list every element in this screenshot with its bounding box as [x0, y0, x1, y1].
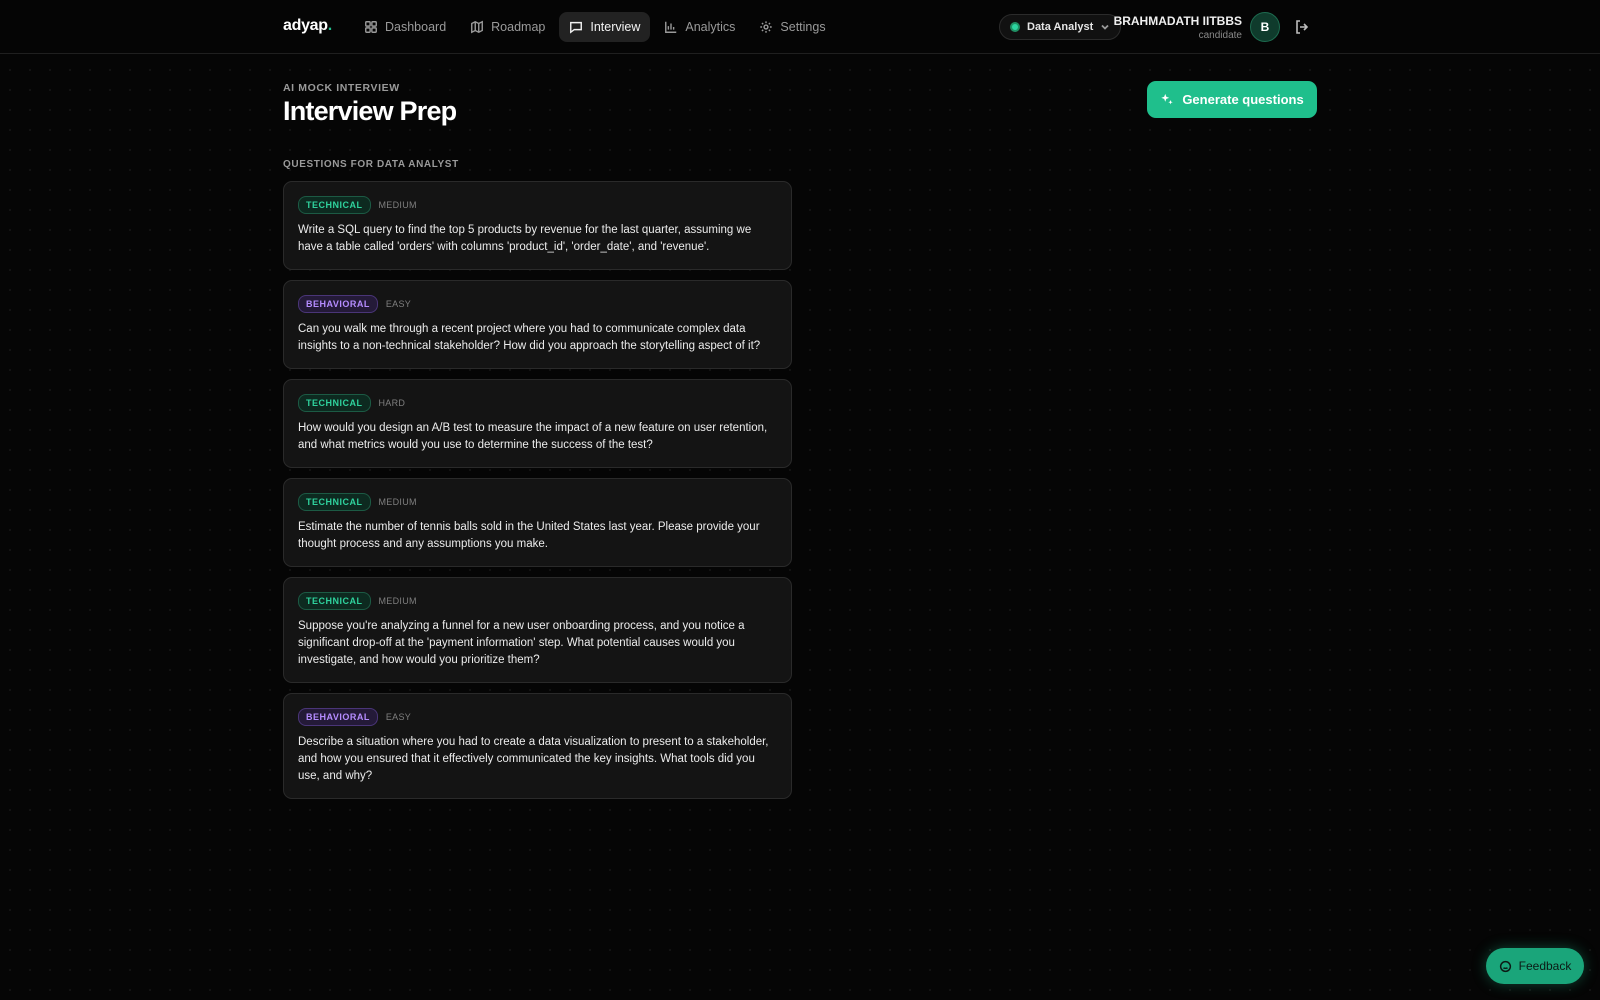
question-text: Estimate the number of tennis balls sold… [298, 521, 760, 550]
question-list: TECHNICAL MEDIUM Write a SQL query to fi… [283, 181, 792, 809]
logout-button[interactable] [1294, 19, 1310, 35]
logo-dot: . [327, 17, 332, 34]
nav-item-label: Roadmap [491, 20, 546, 34]
question-difficulty: MEDIUM [378, 199, 417, 210]
question-card[interactable]: TECHNICAL HARD How would you design an A… [283, 379, 792, 468]
dashboard-icon [365, 21, 377, 33]
role-status-dot [1010, 22, 1020, 32]
page-eyebrow: AI MOCK INTERVIEW [283, 82, 400, 94]
question-meta: BEHAVIORAL EASY [298, 294, 777, 313]
main-nav: Dashboard Roadmap Interview Analytics Se… [354, 12, 836, 42]
nav-item-label: Analytics [685, 20, 736, 34]
question-type-badge: BEHAVIORAL [298, 294, 378, 313]
nav-item-analytics[interactable]: Analytics [654, 12, 745, 42]
sparkle-icon [1161, 93, 1173, 104]
question-text: Suppose you're analyzing a funnel for a … [298, 620, 745, 666]
app-logo[interactable]: adyap. [283, 17, 332, 35]
question-card[interactable]: TECHNICAL MEDIUM Estimate the number of … [283, 478, 792, 567]
chevron-down-icon [1101, 24, 1109, 30]
question-text: Can you walk me through a recent project… [298, 323, 761, 352]
gear-icon [760, 21, 773, 33]
nav-item-settings[interactable]: Settings [749, 12, 835, 42]
map-icon [471, 20, 484, 34]
question-type-badge: TECHNICAL [298, 393, 371, 412]
question-difficulty: HARD [378, 397, 406, 408]
nav-item-label: Interview [590, 20, 641, 34]
question-card[interactable]: BEHAVIORAL EASY Can you walk me through … [283, 280, 792, 369]
feedback-label: Feedback [1518, 959, 1572, 973]
question-meta: BEHAVIORAL EASY [298, 707, 777, 726]
nav-item-roadmap[interactable]: Roadmap [460, 12, 555, 42]
question-type-badge: TECHNICAL [298, 492, 371, 511]
question-difficulty: MEDIUM [378, 496, 417, 507]
feedback-button[interactable]: Feedback [1486, 948, 1584, 984]
question-difficulty: EASY [385, 711, 412, 722]
question-meta: TECHNICAL MEDIUM [298, 492, 777, 511]
question-difficulty: EASY [385, 298, 412, 309]
nav-item-dashboard[interactable]: Dashboard [354, 12, 456, 42]
question-card[interactable]: BEHAVIORAL EASY Describe a situation whe… [283, 693, 792, 799]
question-card[interactable]: TECHNICAL MEDIUM Write a SQL query to fi… [283, 181, 792, 270]
question-type-badge: TECHNICAL [298, 591, 371, 610]
chat-bubble-icon [1499, 960, 1511, 972]
user-role: candidate [1198, 30, 1242, 41]
role-selector-value: Data Analyst [1027, 21, 1094, 33]
question-difficulty: MEDIUM [378, 595, 417, 606]
question-card[interactable]: TECHNICAL MEDIUM Suppose you're analyzin… [283, 577, 792, 683]
questions-section-label: QUESTIONS FOR DATA ANALYST [283, 159, 459, 170]
role-selector[interactable]: Data Analyst [999, 14, 1122, 40]
nav-item-interview[interactable]: Interview [559, 12, 651, 42]
question-text: Describe a situation where you had to cr… [298, 736, 769, 782]
user-name: BRAHMADATH IITBBS [1113, 14, 1242, 28]
bar-chart-icon [665, 21, 677, 33]
chat-icon [570, 21, 583, 34]
question-type-badge: TECHNICAL [298, 195, 371, 214]
logout-icon [1296, 20, 1309, 34]
nav-item-label: Settings [780, 20, 826, 34]
question-text: Write a SQL query to find the top 5 prod… [298, 224, 752, 253]
question-meta: TECHNICAL MEDIUM [298, 195, 777, 214]
user-info: BRAHMADATH IITBBS candidate [1114, 14, 1242, 41]
generate-questions-button[interactable]: Generate questions [1147, 81, 1317, 118]
question-text: How would you design an A/B test to meas… [298, 422, 768, 451]
question-type-badge: BEHAVIORAL [298, 707, 378, 726]
logo-text: adyap [283, 17, 328, 34]
generate-questions-label: Generate questions [1182, 92, 1304, 107]
page-title: Interview Prep [283, 96, 457, 126]
top-navigation-bar: adyap. Dashboard Roadmap Interview Analy… [0, 0, 1600, 54]
question-meta: TECHNICAL MEDIUM [298, 591, 777, 610]
nav-item-label: Dashboard [385, 20, 447, 34]
question-meta: TECHNICAL HARD [298, 393, 777, 412]
avatar[interactable]: B [1250, 12, 1280, 42]
